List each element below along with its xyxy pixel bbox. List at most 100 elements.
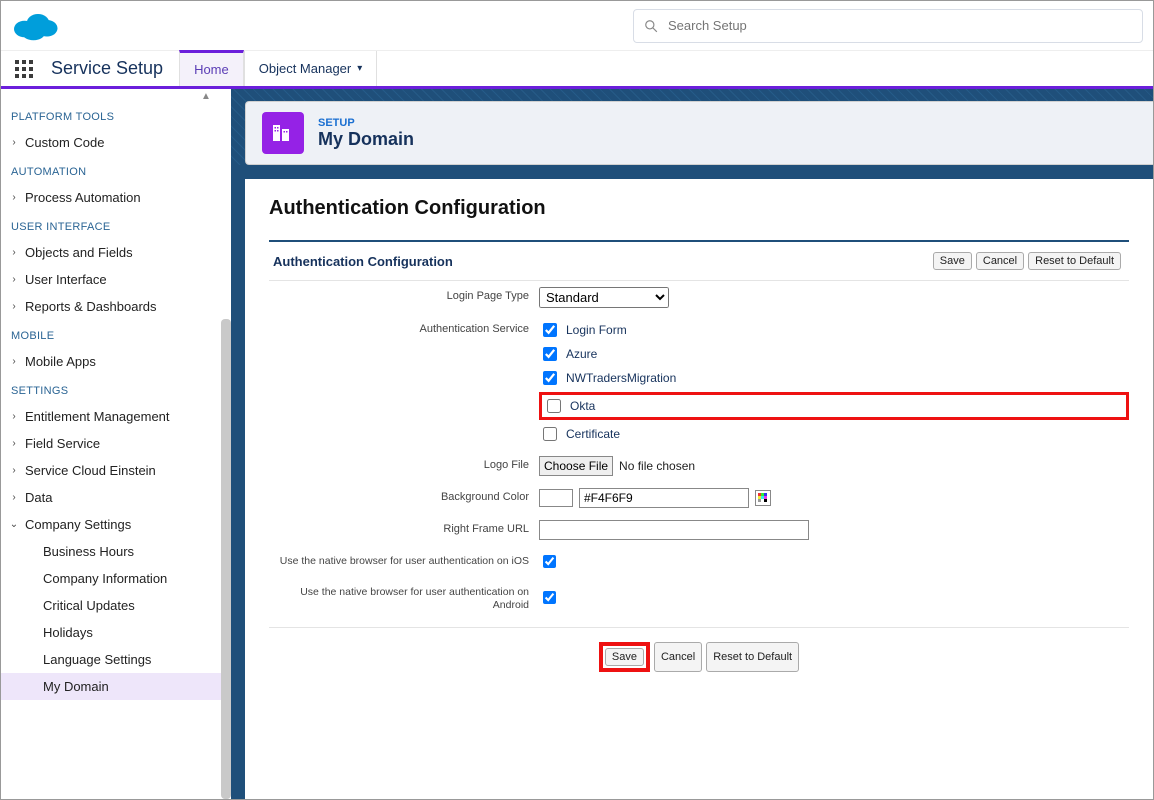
scroll-up-icon: ▲: [201, 91, 211, 102]
checkbox-native-android[interactable]: [543, 591, 556, 604]
okta-highlight-box: Okta: [539, 392, 1129, 420]
label-right-frame-url: Right Frame URL: [269, 520, 539, 540]
sidebar-heading-platform-tools: PLATFORM TOOLS: [1, 101, 231, 129]
row-auth-service: Authentication Service Login Form Azure …: [269, 314, 1129, 450]
breadcrumb: SETUP: [318, 117, 414, 129]
sidebar-heading-mobile: MOBILE: [1, 320, 231, 348]
caret-right-icon: ›: [9, 438, 19, 449]
sidebar-item-reports-dashboards[interactable]: › Reports & Dashboards: [1, 293, 231, 320]
row-login-page-type: Login Page Type Standard: [269, 281, 1129, 314]
sidebar-item-entitlement-management[interactable]: › Entitlement Management: [1, 403, 231, 430]
sidebar-item-label: Mobile Apps: [25, 354, 96, 369]
search-icon: [644, 19, 658, 33]
sidebar-item-label: Process Automation: [25, 190, 141, 205]
checkbox-label: Certificate: [566, 427, 620, 441]
sidebar-item-field-service[interactable]: ›Field Service: [1, 430, 231, 457]
sidebar-item-label: Reports & Dashboards: [25, 299, 157, 314]
select-login-page-type[interactable]: Standard: [539, 287, 669, 308]
caret-right-icon: ›: [9, 356, 19, 367]
setup-sidebar[interactable]: ▲ PLATFORM TOOLS ›Custom Code AUTOMATION…: [1, 89, 231, 799]
chevron-down-icon: ▾: [357, 63, 362, 74]
sidebar-item-label: Service Cloud Einstein: [25, 463, 156, 478]
row-native-android: Use the native browser for user authenti…: [269, 577, 1129, 617]
content-card: Authentication Configuration Authenticat…: [245, 179, 1153, 799]
global-search[interactable]: [633, 9, 1143, 43]
auth-service-azure[interactable]: Azure: [539, 344, 1129, 364]
color-picker-icon[interactable]: [755, 490, 771, 506]
salesforce-logo: [11, 9, 59, 43]
reset-button-bottom[interactable]: Reset to Default: [706, 642, 799, 672]
app-launcher-icon[interactable]: [1, 51, 47, 86]
sidebar-item-label: Data: [25, 490, 52, 505]
global-header: [1, 1, 1153, 51]
sidebar-item-label: Custom Code: [25, 135, 104, 150]
label-auth-service: Authentication Service: [269, 320, 539, 444]
sidebar-item-process-automation[interactable]: › Process Automation: [1, 184, 231, 211]
sidebar-subitem-company-information[interactable]: Company Information: [1, 565, 231, 592]
choose-file-button[interactable]: Choose File: [539, 456, 613, 476]
scrollbar-thumb[interactable]: [221, 319, 231, 799]
checkbox-label: Okta: [570, 399, 595, 413]
auth-service-login-form[interactable]: Login Form: [539, 320, 1129, 340]
section-buttons-bottom: Save Cancel Reset to Default: [269, 627, 1129, 672]
sidebar-item-mobile-apps[interactable]: › Mobile Apps: [1, 348, 231, 375]
sidebar-item-objects-fields[interactable]: › Objects and Fields: [1, 239, 231, 266]
app-name: Service Setup: [47, 51, 179, 86]
caret-down-icon: ⌄: [9, 519, 19, 530]
auth-service-nwtraders[interactable]: NWTradersMigration: [539, 368, 1129, 388]
sidebar-item-data[interactable]: ›Data: [1, 484, 231, 511]
section-buttons-top: Save Cancel Reset to Default: [933, 252, 1121, 270]
checkbox-azure[interactable]: [543, 347, 557, 361]
sidebar-subitem-language-settings[interactable]: Language Settings: [1, 646, 231, 673]
sidebar-item-company-settings[interactable]: ⌄Company Settings: [1, 511, 231, 538]
sidebar-subitem-critical-updates[interactable]: Critical Updates: [1, 592, 231, 619]
sidebar-heading-settings: SETTINGS: [1, 375, 231, 403]
sidebar-subitem-holidays[interactable]: Holidays: [1, 619, 231, 646]
sidebar-subitem-business-hours[interactable]: Business Hours: [1, 538, 231, 565]
label-native-android: Use the native browser for user authenti…: [269, 583, 539, 611]
row-logo-file: Logo File Choose File No file chosen: [269, 450, 1129, 482]
label-logo-file: Logo File: [269, 456, 539, 476]
sidebar-heading-automation: AUTOMATION: [1, 156, 231, 184]
auth-service-okta[interactable]: Okta: [543, 396, 595, 416]
nav-bar: Service Setup Home Object Manager ▾: [1, 51, 1153, 89]
caret-right-icon: ›: [9, 411, 19, 422]
tab-home[interactable]: Home: [179, 50, 244, 86]
sidebar-item-service-cloud-einstein[interactable]: ›Service Cloud Einstein: [1, 457, 231, 484]
search-input[interactable]: [666, 17, 1132, 34]
tab-object-manager-label: Object Manager: [259, 61, 352, 76]
checkbox-native-ios[interactable]: [543, 555, 556, 568]
tab-object-manager[interactable]: Object Manager ▾: [244, 51, 378, 86]
checkbox-label: Azure: [566, 347, 597, 361]
checkbox-certificate[interactable]: [543, 427, 557, 441]
section-header-row: Authentication Configuration Save Cancel…: [269, 242, 1129, 281]
checkbox-nwtraders[interactable]: [543, 371, 557, 385]
checkbox-okta[interactable]: [547, 399, 561, 413]
caret-right-icon: ›: [9, 192, 19, 203]
cancel-button-bottom[interactable]: Cancel: [654, 642, 702, 672]
right-frame-url-input[interactable]: [539, 520, 809, 540]
sidebar-item-label: Objects and Fields: [25, 245, 133, 260]
nav-tabs: Home Object Manager ▾: [179, 51, 377, 86]
body: ▲ PLATFORM TOOLS ›Custom Code AUTOMATION…: [1, 89, 1153, 799]
sidebar-heading-user-interface: USER INTERFACE: [1, 211, 231, 239]
cancel-button-top[interactable]: Cancel: [976, 252, 1024, 270]
save-button-bottom[interactable]: Save: [605, 648, 644, 666]
caret-right-icon: ›: [9, 247, 19, 258]
sidebar-item-user-interface[interactable]: ›User Interface: [1, 266, 231, 293]
sidebar-item-label: Entitlement Management: [25, 409, 170, 424]
section-title: Authentication Configuration: [273, 254, 453, 269]
reset-button-top[interactable]: Reset to Default: [1028, 252, 1121, 270]
sidebar-item-label: User Interface: [25, 272, 107, 287]
label-native-ios: Use the native browser for user authenti…: [269, 552, 539, 571]
sidebar-item-custom-code[interactable]: ›Custom Code: [1, 129, 231, 156]
config-form: Login Page Type Standard Authentication …: [269, 281, 1129, 617]
caret-right-icon: ›: [9, 301, 19, 312]
tab-home-label: Home: [194, 62, 229, 77]
background-color-input[interactable]: [579, 488, 749, 508]
auth-service-certificate[interactable]: Certificate: [539, 424, 1129, 444]
sidebar-subitem-my-domain[interactable]: My Domain: [1, 673, 231, 700]
save-button-top[interactable]: Save: [933, 252, 972, 270]
checkbox-login-form[interactable]: [543, 323, 557, 337]
save-highlight-box: Save: [599, 642, 650, 672]
